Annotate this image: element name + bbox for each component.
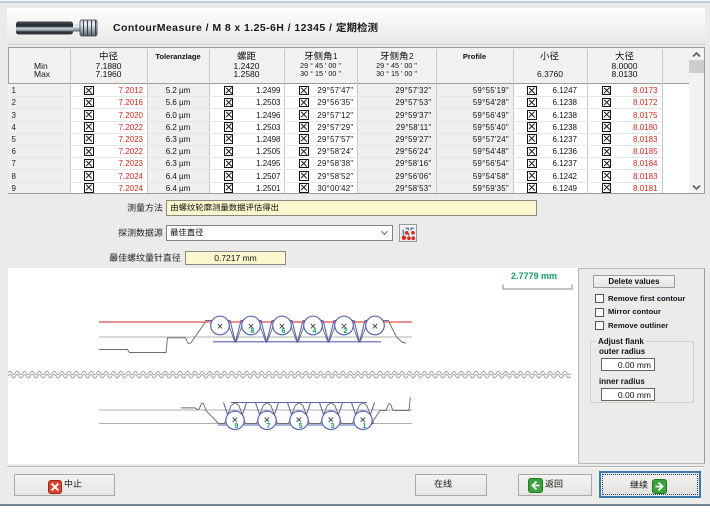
- svg-text:1: 1: [363, 423, 367, 430]
- svg-text:3: 3: [331, 423, 335, 430]
- svg-text:6: 6: [282, 328, 286, 335]
- svg-text:7: 7: [267, 423, 271, 430]
- svg-text:9: 9: [235, 423, 239, 430]
- svg-text:2: 2: [344, 328, 348, 335]
- svg-text:5: 5: [299, 423, 303, 430]
- svg-text:4: 4: [313, 328, 317, 335]
- svg-text:8: 8: [251, 328, 255, 335]
